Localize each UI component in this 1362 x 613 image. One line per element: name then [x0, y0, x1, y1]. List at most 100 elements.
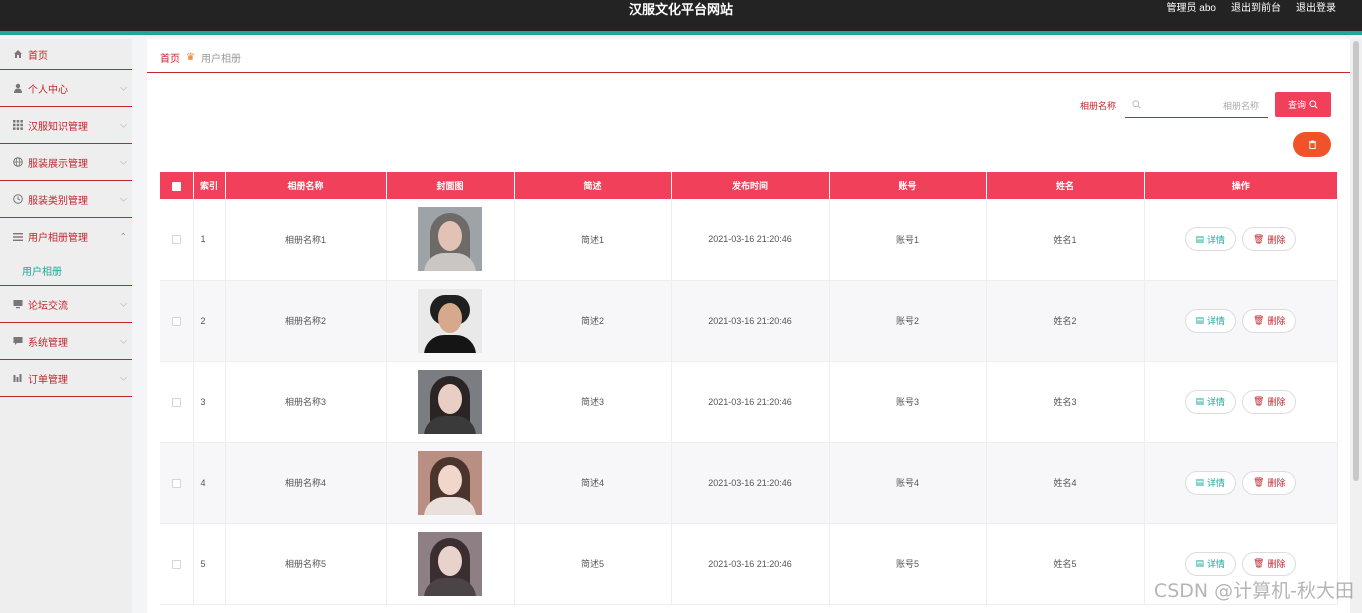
account: 账号2	[829, 280, 987, 362]
publish-time: 2021-03-16 21:20:46	[671, 280, 830, 362]
document-icon: ▤	[1195, 233, 1205, 244]
breadcrumb-home[interactable]: 首页	[160, 50, 180, 65]
delete-label: 删除	[1267, 234, 1286, 245]
row-select-cell[interactable]	[160, 280, 194, 362]
delete-button[interactable]: 🗑 删除	[1242, 308, 1297, 333]
batch-delete-button[interactable]	[1293, 132, 1331, 157]
row-checkbox[interactable]	[171, 478, 181, 488]
sidebar-item-personal[interactable]: 个人中心 ⌵	[0, 70, 132, 107]
chevron-down-icon: ⌵	[120, 372, 127, 383]
trash-icon	[1308, 140, 1316, 149]
table-header-row: 索引 相册名称 封面图 简述 发布时间 账号 姓名 操作	[160, 172, 1337, 199]
real-name: 姓名5	[986, 523, 1145, 605]
detail-label: 详情	[1207, 397, 1226, 407]
chart-icon	[12, 373, 23, 384]
search-field	[1125, 94, 1268, 118]
delete-button[interactable]: 🗑 删除	[1242, 470, 1297, 495]
sidebar-item-orders[interactable]: 订单管理 ⌵	[0, 360, 132, 397]
table-row: 1 相册名称1 简述1 2021-03-16 21:20:46 账号1 姓名1 …	[160, 199, 1338, 281]
row-select-cell[interactable]	[160, 199, 194, 281]
document-icon: ▤	[1195, 477, 1205, 487]
row-index: 3	[193, 361, 226, 443]
cover-cell	[386, 280, 515, 362]
scrollbar-thumb[interactable]	[1353, 41, 1359, 481]
sidebar-item-home[interactable]: 首页	[0, 39, 132, 70]
main-content: 首页 ♛ 用户相册 相册名称 查询 索引 相册名称 封面图 简述 发布时间	[147, 39, 1350, 613]
column-header: 封面图	[386, 172, 515, 199]
sidebar-item-hanfu-knowledge[interactable]: 汉服知识管理 ⌵	[0, 107, 132, 144]
delete-label: 删除	[1267, 478, 1286, 488]
sidebar-item-clothing-display[interactable]: 服装展示管理 ⌵	[0, 144, 132, 181]
cover-image[interactable]	[418, 531, 482, 596]
chevron-down-icon: ⌵	[120, 335, 127, 346]
logout-link[interactable]: 退出登录	[1296, 2, 1336, 16]
detail-button[interactable]: ▤ 详情	[1184, 227, 1237, 252]
cover-image[interactable]	[418, 369, 482, 434]
row-checkbox[interactable]	[171, 397, 181, 407]
detail-button[interactable]: ▤ 详情	[1184, 308, 1237, 333]
publish-time: 2021-03-16 21:20:46	[671, 442, 830, 524]
actions-cell: ▤ 详情 🗑 删除	[1144, 442, 1338, 524]
sidebar-item-clothing-category[interactable]: 服装类别管理 ⌵	[0, 181, 132, 218]
sidebar-item-user-album[interactable]: 用户相册管理 ⌃	[0, 218, 132, 255]
cover-image[interactable]	[418, 207, 482, 272]
admin-name: 管理员 abo	[1166, 3, 1216, 14]
album-desc: 简述3	[514, 361, 672, 443]
search-icon	[1309, 100, 1318, 109]
album-desc: 简述5	[514, 523, 672, 605]
actions-cell: ▤ 详情 🗑 删除	[1144, 280, 1338, 362]
delete-button[interactable]: 🗑 删除	[1242, 389, 1297, 414]
row-select-cell[interactable]	[160, 361, 194, 443]
home-icon	[12, 49, 23, 60]
row-index: 4	[193, 442, 226, 524]
detail-label: 详情	[1207, 316, 1226, 326]
sidebar-item-forum[interactable]: 论坛交流 ⌵	[0, 286, 132, 323]
detail-button[interactable]: ▤ 详情	[1184, 389, 1237, 414]
delete-button[interactable]: 🗑 删除	[1242, 551, 1297, 576]
cover-cell	[386, 199, 515, 281]
trash-icon: 🗑	[1253, 233, 1265, 244]
album-name: 相册名称4	[225, 442, 387, 524]
search-input[interactable]	[1141, 100, 1259, 111]
sidebar-item-label: 汉服知识管理	[28, 121, 88, 133]
album-name: 相册名称3	[225, 361, 387, 443]
sidebar: 首页 个人中心 ⌵ 汉服知识管理 ⌵ 服装展示管理 ⌵ 服装类别管理 ⌵ 用户相…	[0, 39, 132, 613]
select-all-checkbox[interactable]	[171, 181, 181, 191]
publish-time: 2021-03-16 21:20:46	[671, 523, 830, 605]
row-index: 1	[193, 199, 226, 281]
album-desc: 简述2	[514, 280, 672, 362]
search-label: 相册名称	[1080, 101, 1117, 111]
row-checkbox[interactable]	[171, 235, 181, 245]
cover-image[interactable]	[418, 288, 482, 353]
chevron-down-icon: ⌵	[120, 82, 127, 93]
page-scrollbar[interactable]	[1350, 39, 1362, 613]
chevron-down-icon: ⌵	[120, 119, 127, 130]
delete-label: 删除	[1267, 397, 1286, 407]
cover-image[interactable]	[418, 450, 482, 515]
select-all-cell[interactable]	[160, 172, 194, 199]
delete-button[interactable]: 🗑 删除	[1242, 227, 1297, 252]
sidebar-subitem-user-album[interactable]: 用户相册	[0, 255, 132, 286]
detail-button[interactable]: ▤ 详情	[1184, 551, 1237, 576]
sidebar-item-label: 论坛交流	[28, 300, 68, 312]
user-icon	[12, 83, 23, 94]
real-name: 姓名1	[986, 199, 1145, 281]
publish-time: 2021-03-16 21:20:46	[671, 199, 830, 281]
cover-cell	[386, 442, 515, 524]
search-button[interactable]: 查询	[1275, 92, 1331, 117]
sidebar-item-label: 服装类别管理	[28, 195, 88, 207]
detail-label: 详情	[1207, 478, 1226, 488]
cover-cell	[386, 523, 515, 605]
breadcrumb-current: 用户相册	[200, 54, 241, 65]
row-checkbox[interactable]	[171, 559, 181, 569]
column-header: 姓名	[986, 172, 1145, 199]
album-name: 相册名称1	[225, 199, 387, 281]
row-select-cell[interactable]	[160, 442, 194, 524]
exit-to-front-link[interactable]: 退出到前台	[1231, 2, 1281, 16]
row-checkbox[interactable]	[171, 316, 181, 326]
search-button-label: 查询	[1287, 100, 1306, 110]
sidebar-item-system[interactable]: 系统管理 ⌵	[0, 323, 132, 360]
row-select-cell[interactable]	[160, 523, 194, 605]
row-index: 5	[193, 523, 226, 605]
detail-button[interactable]: ▤ 详情	[1184, 470, 1237, 495]
